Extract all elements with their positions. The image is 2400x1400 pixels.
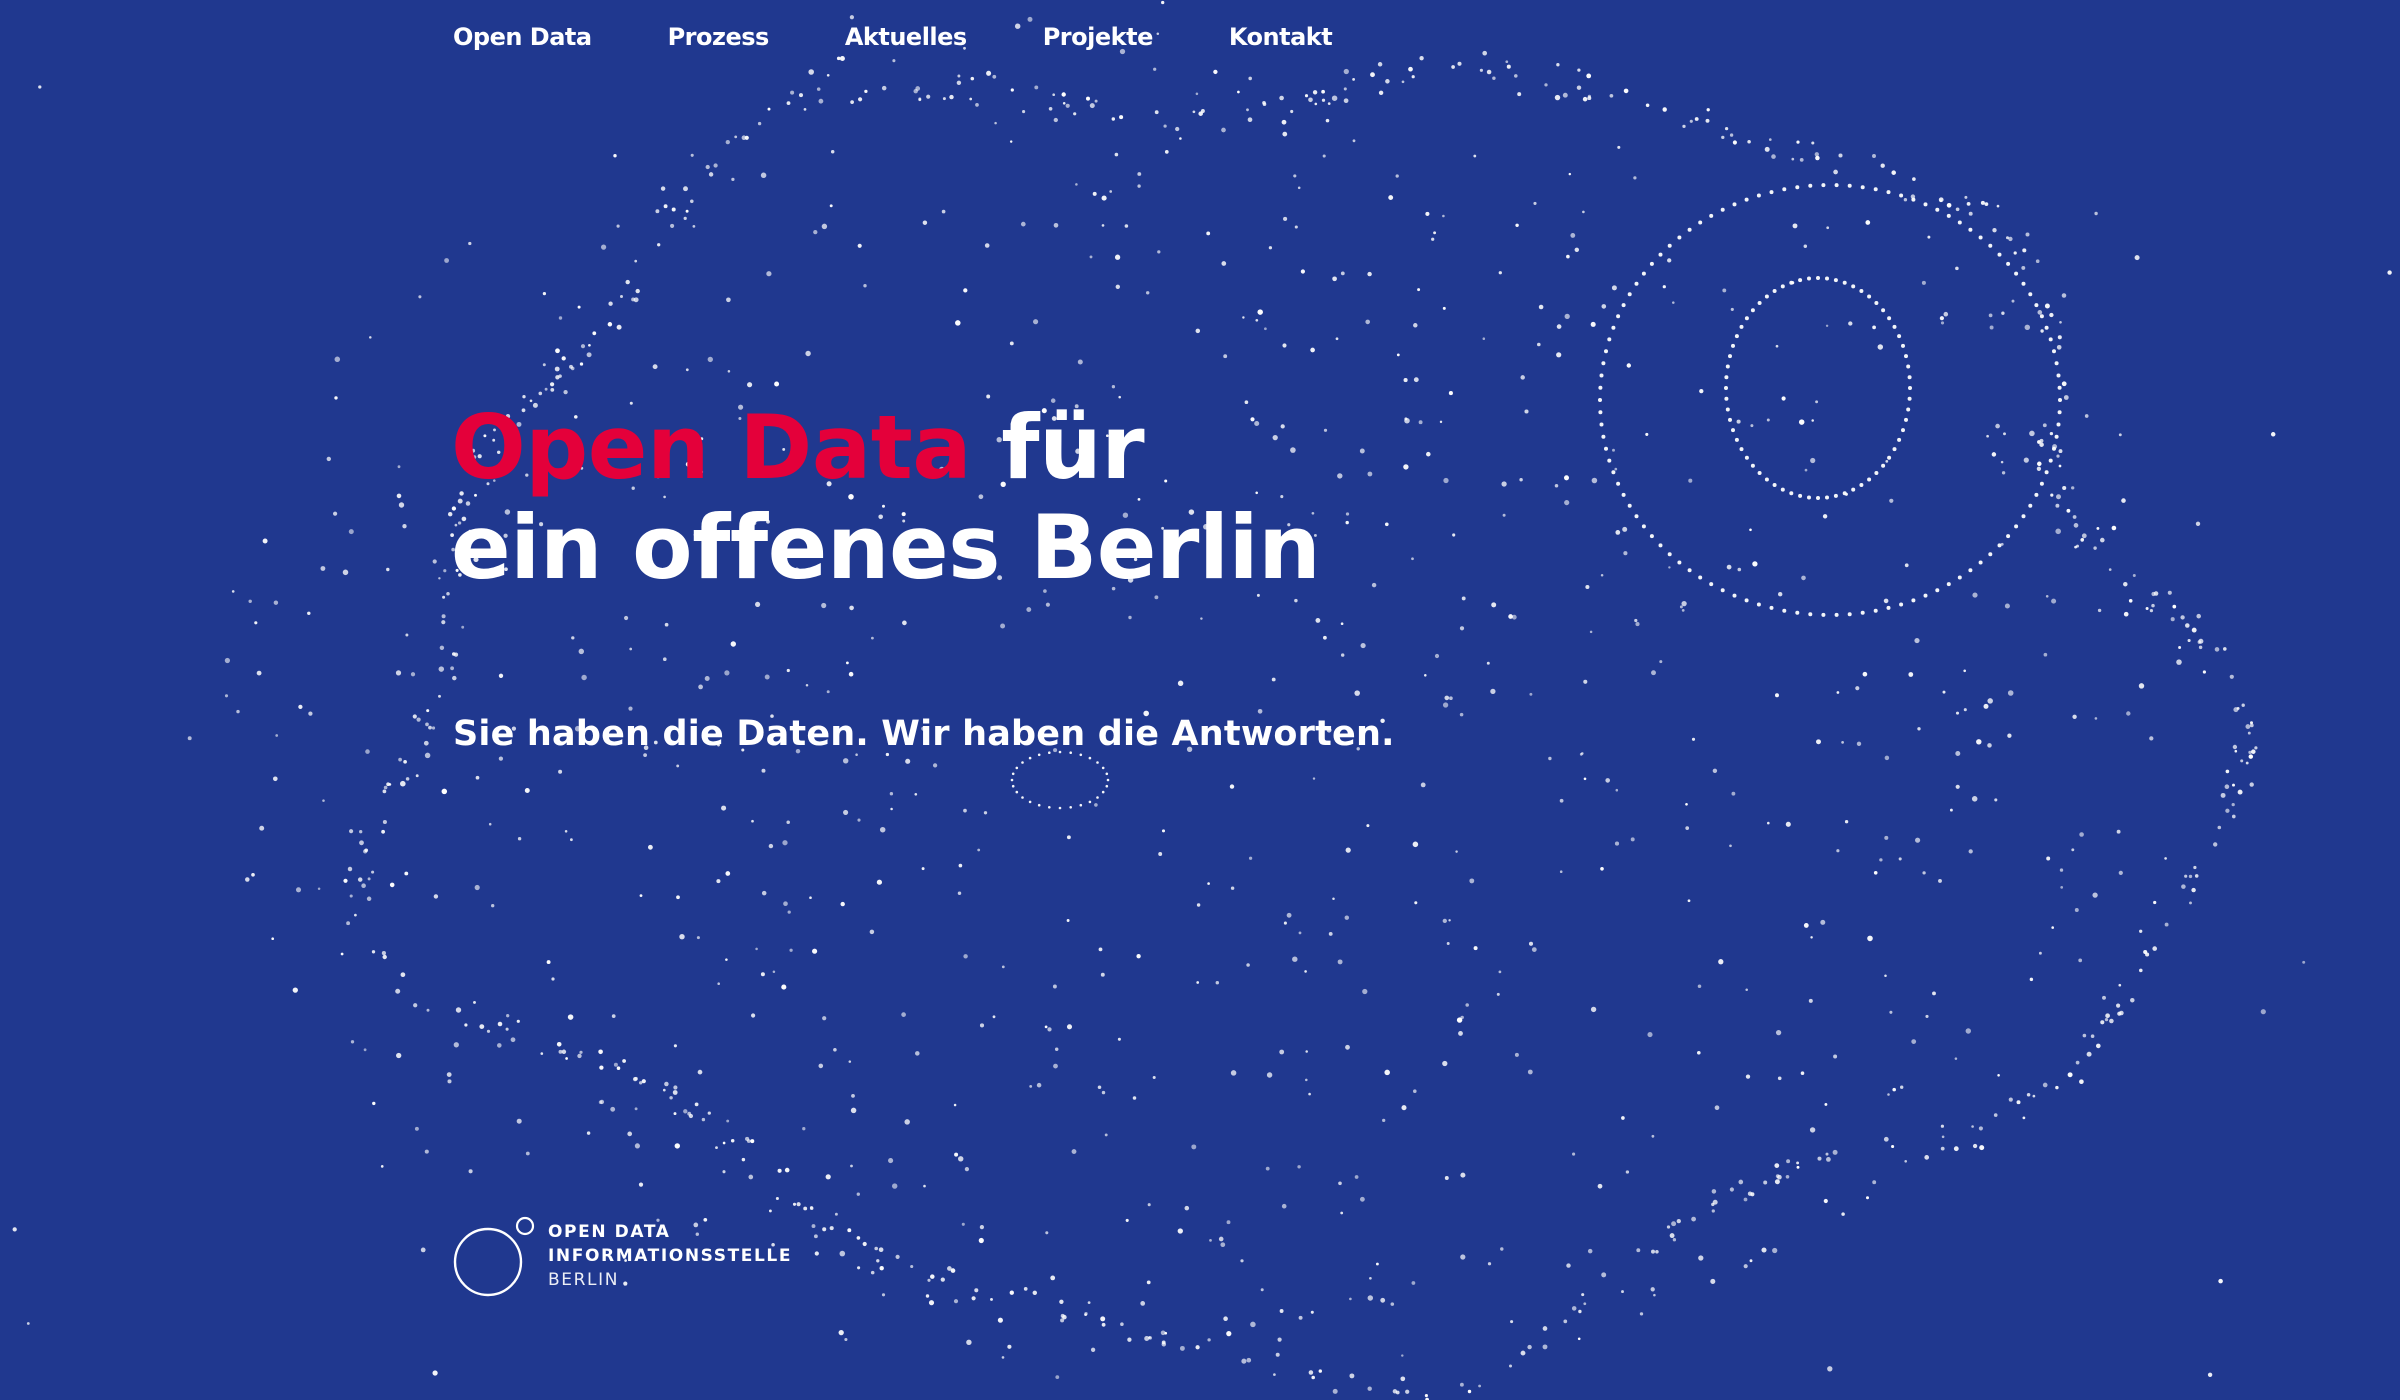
logo-line-3: BERLIN [548, 1270, 620, 1290]
logo-circles-icon [453, 1216, 535, 1297]
hero-tagline: Sie haben die Daten. Wir haben die Antwo… [453, 714, 1395, 754]
headline-rest: für [971, 396, 1145, 499]
nav-item-prozess[interactable]: Prozess [668, 22, 770, 52]
hero-headline: Open Data für ein offenes Berlin [451, 396, 1321, 599]
headline-accent: Open Data [451, 396, 972, 499]
logo-wordmark: OPEN DATA INFORMATIONSSTELLE BERLIN [548, 1220, 792, 1292]
main-navigation: Open Data Prozess Aktuelles Projekte Kon… [453, 22, 1333, 52]
logo-line-1: OPEN DATA [548, 1222, 671, 1242]
nav-item-kontakt[interactable]: Kontakt [1229, 22, 1333, 52]
logo-line-2: INFORMATIONSSTELLE [548, 1246, 793, 1266]
headline-line2: ein offenes Berlin [451, 496, 1321, 599]
nav-item-projekte[interactable]: Projekte [1043, 22, 1154, 52]
dotted-map-background [12, 0, 2392, 1400]
site-logo[interactable]: OPEN DATA INFORMATIONSSTELLE BERLIN [452, 1214, 792, 1298]
nav-item-aktuelles[interactable]: Aktuelles [845, 22, 967, 52]
nav-item-open-data[interactable]: Open Data [453, 22, 592, 52]
